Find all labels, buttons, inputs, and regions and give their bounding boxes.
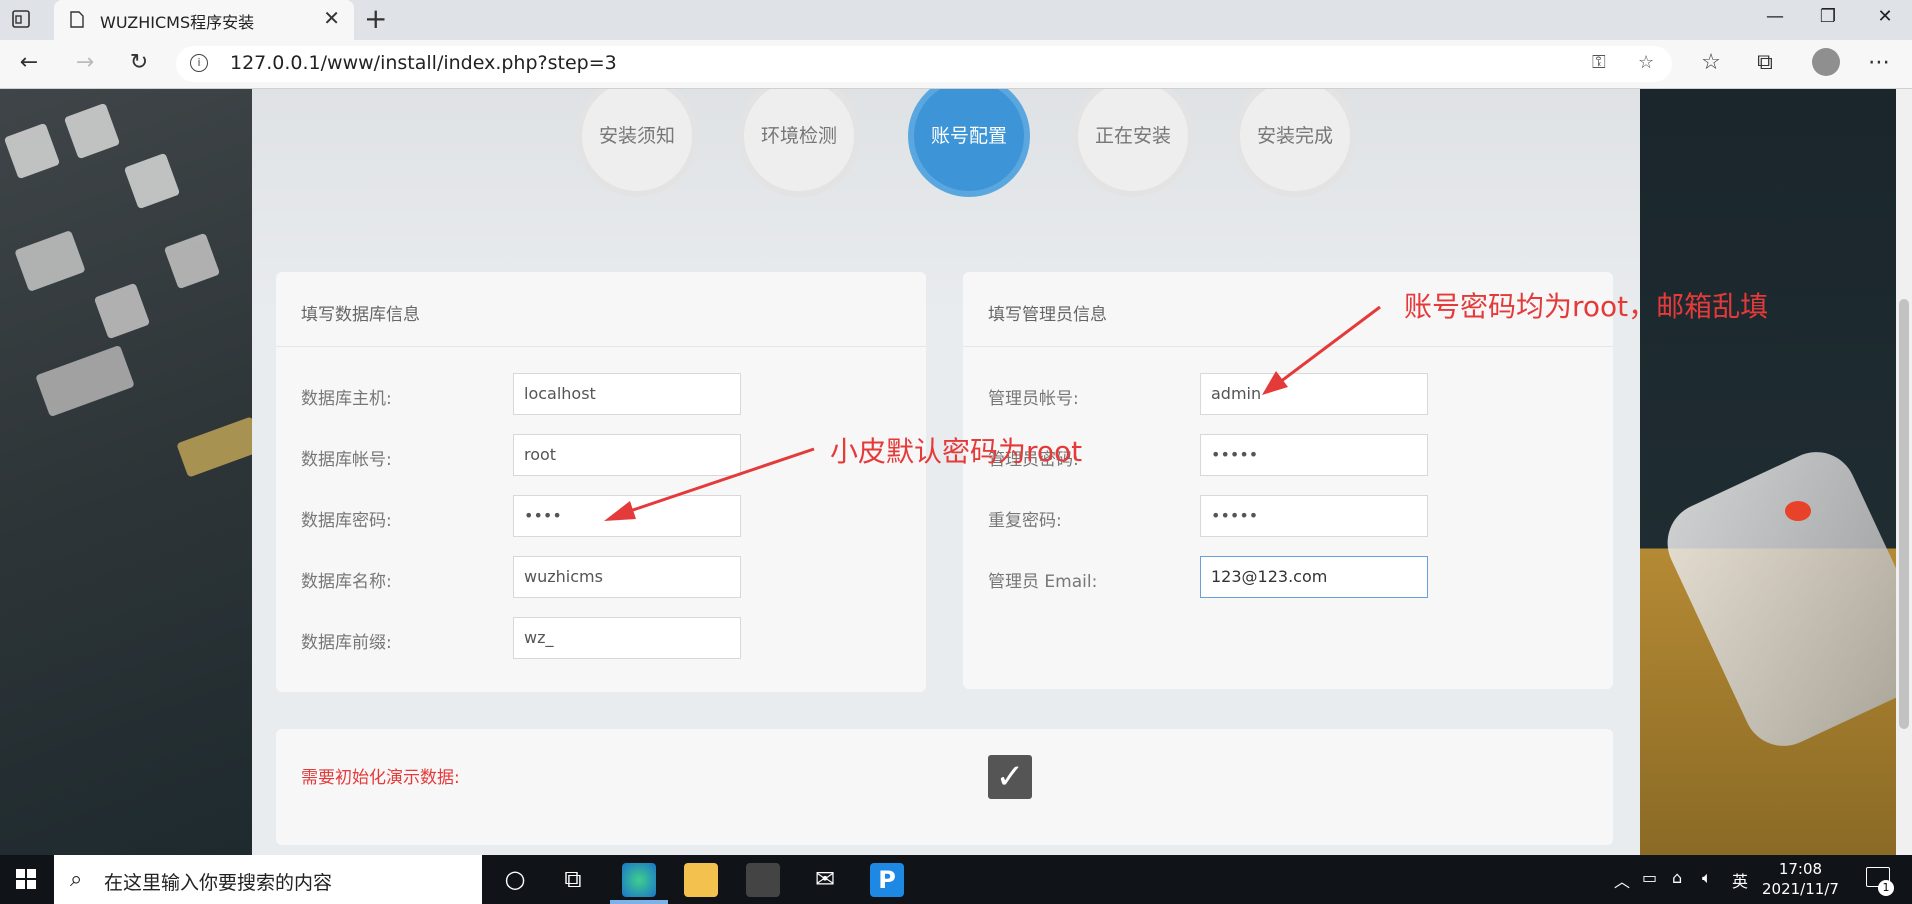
taskbar-clock[interactable]: 17:08 2021/11/7 [1762,859,1839,899]
profile-avatar[interactable] [1812,48,1840,76]
restore-button[interactable]: ❐ [1813,6,1843,27]
browser-tab[interactable]: WUZHICMS程序安装 ✕ [54,0,354,40]
file-explorer-icon[interactable] [684,863,718,897]
page-viewport: 安装须知 环境检测 账号配置 正在安装 安装完成 填写数据库信息 数据库主机: … [0,89,1912,855]
volume-icon[interactable]: 🔈︎ [1702,868,1712,888]
more-menu-icon[interactable]: ⋯ [1864,50,1894,75]
ime-indicator[interactable]: 英 [1732,868,1748,892]
browser-toolbar: ← → ↻ i 127.0.0.1/www/install/index.php?… [0,40,1912,89]
minimize-button[interactable]: — [1760,6,1790,27]
url-text[interactable]: 127.0.0.1/www/install/index.php?step=3 [230,52,617,74]
new-tab-button[interactable]: + [364,2,387,35]
refresh-button[interactable]: ↻ [124,50,154,75]
cortana-icon[interactable]: ○ [498,865,532,893]
search-placeholder: 在这里输入你要搜索的内容 [104,872,333,894]
arrow-head-db [604,501,636,521]
key-icon[interactable]: ⚿ [1592,52,1606,73]
favorite-star-icon[interactable]: ☆ [1638,52,1654,73]
search-icon: ⌕ [70,867,83,892]
arrow-head-admin [1262,371,1288,395]
task-view-icon[interactable]: ⧉ [556,865,590,893]
clock-date: 2021/11/7 [1762,880,1839,898]
forward-button[interactable]: → [70,50,100,75]
site-info-icon[interactable]: i [190,54,208,72]
annotation-arrows [604,305,1381,521]
edge-app-icon[interactable] [622,863,656,897]
network-icon[interactable]: ⌂ [1672,868,1682,887]
db-password-annotation: 小皮默认密码为root [830,435,1083,468]
store-icon[interactable] [746,863,780,897]
phpstudy-app-icon[interactable]: P [870,863,904,897]
mail-icon[interactable]: ✉ [808,865,842,893]
tab-title: WUZHICMS程序安装 [100,13,255,32]
windows-start-icon[interactable] [16,869,36,889]
show-hidden-icons[interactable]: ︿ [1614,868,1630,892]
address-bar[interactable]: i 127.0.0.1/www/install/index.php?step=3… [176,46,1672,82]
scrollbar-thumb[interactable] [1899,299,1909,729]
favorites-icon[interactable]: ☆ [1696,50,1726,75]
collections-icon[interactable]: ⧉ [1750,50,1780,75]
taskbar-search-box[interactable]: ⌕ 在这里输入你要搜索的内容 [54,855,482,904]
close-tab-icon[interactable]: ✕ [323,6,340,30]
notification-count: 1 [1878,880,1894,896]
window-menu-icon[interactable] [12,10,30,28]
admin-annotation: 账号密码均为root，邮箱乱填 [1404,290,1769,323]
document-icon [70,11,84,28]
browser-tab-bar: WUZHICMS程序安装 ✕ + — ❐ ✕ [0,0,1912,40]
windows-taskbar: ⌕ 在这里输入你要搜索的内容 ○ ⧉ ✉ P ︿ ▭ ⌂ 🔈︎ 英 17:08 … [0,855,1912,904]
active-app-indicator [610,900,668,904]
back-button[interactable]: ← [14,50,44,75]
close-window-button[interactable]: ✕ [1870,6,1900,27]
clock-time: 17:08 [1778,860,1823,878]
battery-icon[interactable]: ▭ [1642,868,1657,887]
